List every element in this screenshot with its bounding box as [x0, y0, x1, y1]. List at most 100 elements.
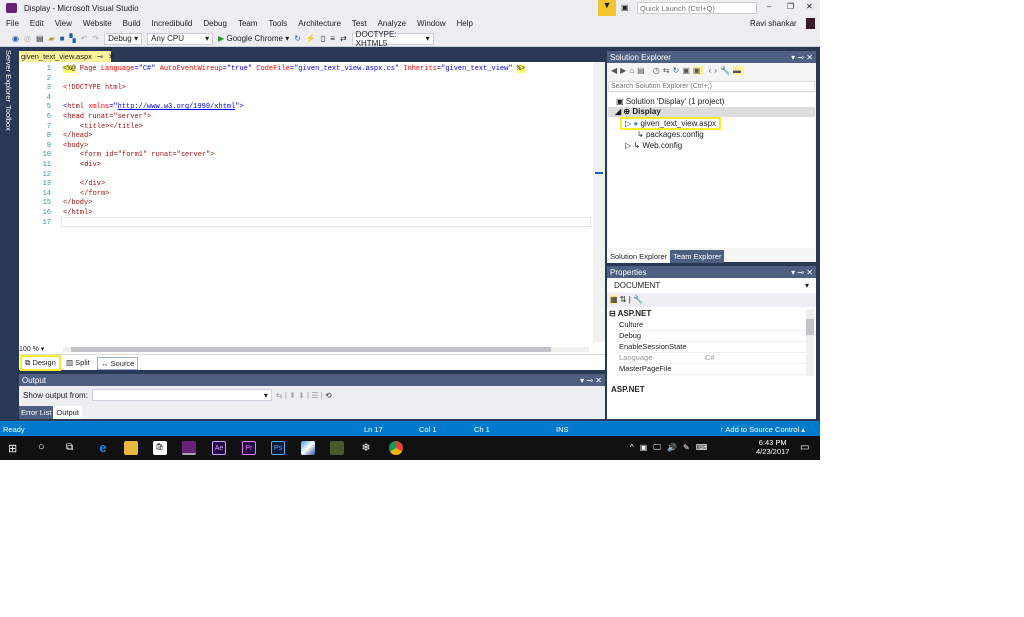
xmlns-link[interactable]: http://www.w3.org/1999/xhtml [118, 103, 236, 111]
panel-controls-icon[interactable]: ▾ ⊸ ✕ [580, 376, 602, 385]
code-line: <div> [80, 161, 102, 169]
output-source-dropdown[interactable]: ▾ [91, 389, 272, 401]
run-button[interactable]: ▶ Google Chrome ▾ [218, 34, 289, 43]
restore-button[interactable]: ❐ [787, 2, 794, 11]
menu-edit[interactable]: Edit [30, 19, 44, 28]
token: =" [109, 103, 118, 112]
back-icon[interactable]: ◉ [12, 34, 19, 43]
tab-team-explorer[interactable]: Team Explorer [670, 250, 725, 263]
quick-launch-input[interactable] [637, 2, 757, 14]
tab-error-list[interactable]: Error List [19, 406, 54, 419]
chrome-icon[interactable] [389, 441, 403, 455]
tree-item-web-config[interactable]: ▷ ↳ Web.config [625, 141, 682, 150]
browser-link-icon[interactable]: ⚡ [306, 34, 316, 43]
source-view-button[interactable]: ↔ Source [97, 357, 139, 370]
menu-debug[interactable]: Debug [203, 19, 227, 28]
property-row[interactable]: EnableSessionState [617, 342, 813, 353]
action-center-icon[interactable]: ▭ [800, 442, 809, 453]
solution-explorer-toolbar[interactable]: ◀▶⌂▤ ◷⇆↻▣▣ ‹›🔧▬ [611, 66, 744, 75]
editor-tab[interactable]: given_text_view.aspx ⊸ ✕ [19, 51, 114, 62]
open-icon[interactable]: ▰ [49, 34, 55, 43]
comment-icon[interactable]: ▯ [321, 34, 325, 43]
property-row[interactable]: Culture [617, 320, 813, 331]
tree-item-given-text-view[interactable]: ▷ ● given_text_view.aspx [619, 117, 722, 130]
menu-view[interactable]: View [55, 19, 72, 28]
menu-analyze[interactable]: Analyze [378, 19, 406, 28]
forward-icon[interactable]: ◎ [24, 34, 31, 43]
tree-item-packages-config[interactable]: ↳ packages.config [637, 130, 704, 139]
platform-dropdown[interactable]: Any CPU ▾ [147, 32, 214, 45]
visual-studio-taskbar-icon[interactable] [182, 441, 196, 455]
format-icon[interactable]: ≡ [330, 34, 335, 43]
property-row[interactable]: MasterPageFile [617, 364, 813, 375]
menu-architecture[interactable]: Architecture [298, 19, 341, 28]
pin-icon[interactable]: ⊸ [97, 52, 103, 61]
start-icon[interactable]: ⊞ [8, 442, 17, 455]
design-label: Design [32, 358, 56, 367]
split-view-button[interactable]: ▥ Split [66, 358, 90, 367]
file-explorer-icon[interactable] [124, 441, 138, 455]
menu-tools[interactable]: Tools [269, 19, 288, 28]
settings-app-icon[interactable]: ❄ [359, 441, 373, 455]
tab-output[interactable]: Output [53, 406, 82, 419]
kotlin-app-icon[interactable] [301, 441, 315, 455]
close-button[interactable]: ✕ [806, 2, 813, 11]
clock[interactable]: 6:43 PM 4/23/2017 [756, 438, 789, 456]
cortana-icon[interactable]: ○ [38, 441, 45, 453]
feedback-icon[interactable]: ▣ [621, 3, 629, 12]
design-view-button[interactable]: ⧉ Design [20, 355, 61, 371]
menu-team[interactable]: Team [238, 19, 258, 28]
vertical-scrollbar[interactable] [593, 62, 605, 342]
store-icon[interactable]: 🛍 [153, 441, 167, 455]
panel-controls-icon[interactable]: ▾ ⊸ ✕ [791, 53, 813, 62]
tab-solution-explorer[interactable]: Solution Explorer [607, 250, 671, 263]
after-effects-icon[interactable]: Ae [212, 441, 226, 455]
game-icon[interactable] [330, 441, 344, 455]
notification-filter-icon[interactable]: ▼ [598, 0, 616, 16]
menu-website[interactable]: Website [83, 19, 112, 28]
horizontal-scrollbar[interactable] [63, 347, 589, 352]
menu-help[interactable]: Help [456, 19, 472, 28]
object-dropdown[interactable]: DOCUMENT ▾ [607, 279, 816, 292]
save-all-icon[interactable]: ▚ [70, 34, 76, 43]
toolbox-tab[interactable]: Toolbox [4, 105, 13, 131]
minimize-button[interactable]: – [767, 2, 771, 11]
menu-file[interactable]: File [6, 19, 19, 28]
close-tab-icon[interactable]: ✕ [108, 52, 114, 61]
code-editor[interactable]: 1 2 3 4 5 6 7 8 9 10 11 12 13 14 15 16 1… [19, 62, 605, 354]
user-name[interactable]: Ravi shankar [750, 19, 797, 28]
properties-toolbar[interactable]: ▦ ⇅ | 🔧 [607, 293, 816, 307]
doctype-dropdown[interactable]: DOCTYPE: XHTML5 ▾ [351, 30, 434, 48]
menu-incredibuild[interactable]: Incredibuild [151, 19, 192, 28]
configuration-dropdown[interactable]: Debug ▾ [104, 32, 143, 45]
server-explorer-tab[interactable]: Server Explorer [4, 50, 13, 102]
output-header: Output ▾ ⊸ ✕ [19, 374, 605, 386]
avatar[interactable] [806, 18, 815, 29]
redo-icon[interactable]: ↷ [92, 34, 99, 43]
zoom-dropdown[interactable]: 100 % ▾ [19, 345, 53, 354]
menu-build[interactable]: Build [123, 19, 141, 28]
add-to-source-control-button[interactable]: ↑ Add to Source Control ▴ [720, 425, 805, 434]
premiere-icon[interactable]: Pr [242, 441, 256, 455]
property-name: MasterPageFile [619, 364, 672, 373]
edge-icon[interactable]: e [96, 441, 110, 455]
panel-controls-icon[interactable]: ▾ ⊸ ✕ [791, 268, 813, 277]
tree-item-project[interactable]: ◢ ⊕ Display [608, 107, 815, 117]
task-view-icon[interactable]: ⧉ [66, 442, 73, 453]
properties-scrollbar[interactable] [806, 309, 814, 376]
photoshop-icon[interactable]: Ps [271, 441, 285, 455]
property-row[interactable]: Debug [617, 331, 813, 342]
clock-date: 4/23/2017 [756, 447, 790, 456]
tag-icon[interactable]: ⇄ [340, 34, 347, 43]
new-project-icon[interactable]: ▤ [36, 34, 44, 43]
output-toolbar-icons[interactable]: ⇆ | ⇞ ⇟ | ☰ | ⟲ [276, 391, 332, 400]
tree-item-solution[interactable]: ▣ Solution 'Display' (1 project) [616, 97, 724, 106]
search-solution-explorer-input[interactable] [608, 81, 815, 92]
save-icon[interactable]: ■ [60, 34, 65, 43]
refresh-icon[interactable]: ↻ [294, 34, 301, 43]
undo-icon[interactable]: ↶ [81, 34, 88, 43]
menu-test[interactable]: Test [352, 19, 367, 28]
category-asp-net[interactable]: ⊟ ASP.NET [609, 309, 651, 318]
menu-window[interactable]: Window [417, 19, 445, 28]
property-row[interactable]: Language C# [617, 353, 813, 364]
